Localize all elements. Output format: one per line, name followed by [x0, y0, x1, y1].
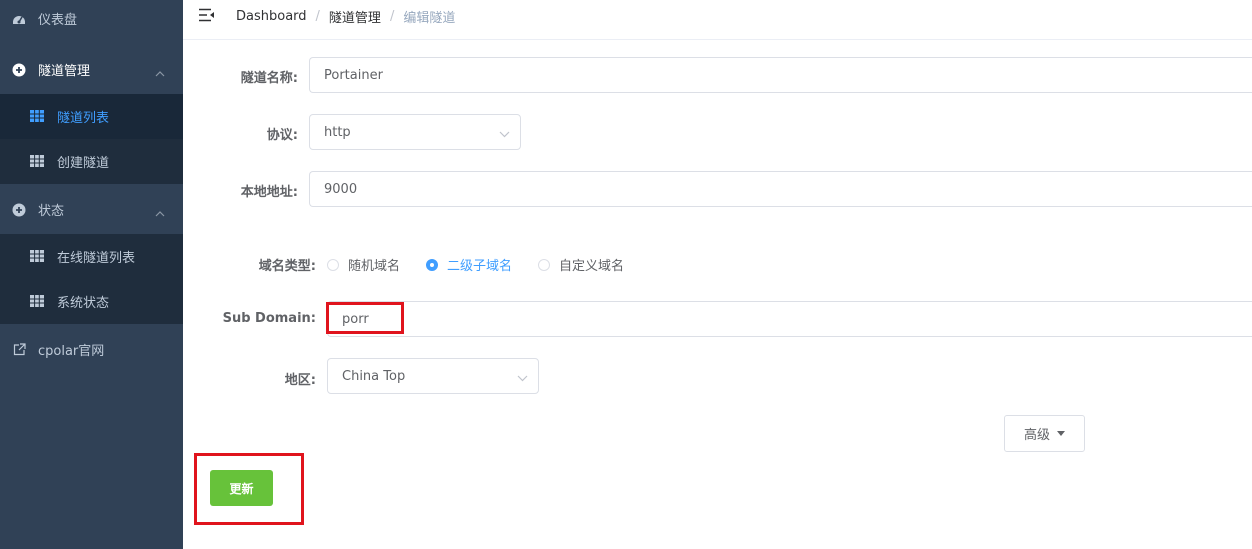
- sidebar-item-online-tunnels[interactable]: 在线隧道列表: [0, 234, 183, 279]
- grid-icon: [30, 109, 44, 124]
- chevron-up-icon: [155, 206, 165, 221]
- region-label: 地区:: [284, 373, 316, 388]
- local-address-input[interactable]: 9000: [309, 171, 1252, 207]
- chevron-down-icon: [517, 371, 528, 386]
- sidebar-item-dashboard[interactable]: 仪表盘: [0, 0, 183, 41]
- sub-domain-label: Sub Domain:: [222, 311, 316, 326]
- local-address-value: 9000: [324, 181, 358, 197]
- header-divider: [183, 39, 1252, 40]
- region-value: China Top: [342, 368, 406, 384]
- sub-domain-input[interactable]: porr: [327, 301, 1252, 337]
- protocol-value: http: [324, 124, 351, 140]
- plus-circle-icon: [12, 63, 26, 77]
- region-select[interactable]: China Top: [327, 358, 539, 394]
- radio-circle: [538, 258, 550, 271]
- chevron-down-icon: [499, 127, 510, 142]
- protocol-select[interactable]: http: [309, 114, 521, 150]
- radio-label: 自定义域名: [559, 259, 625, 274]
- local-address-label: 本地地址:: [240, 185, 298, 200]
- breadcrumb-separator: /: [389, 9, 395, 24]
- sidebar-item-cpolar-site[interactable]: cpolar官网: [0, 327, 183, 372]
- grid-icon: [30, 249, 44, 264]
- update-button[interactable]: 更新: [210, 470, 273, 506]
- grid-icon: [30, 294, 44, 309]
- external-link-icon: [12, 343, 26, 357]
- tunnel-name-label: 隧道名称:: [240, 71, 298, 86]
- sidebar-item-label: 隧道列表: [57, 111, 110, 126]
- sidebar-item-label: 创建隧道: [57, 156, 110, 171]
- sub-domain-value: porr: [342, 311, 369, 327]
- dashboard-icon: [12, 12, 26, 26]
- hamburger-icon[interactable]: [199, 8, 215, 22]
- sidebar-item-system-status[interactable]: 系统状态: [0, 279, 183, 324]
- radio-label: 二级子域名: [447, 259, 513, 274]
- tunnel-name-value: Portainer: [324, 67, 383, 83]
- chevron-up-icon: [155, 66, 165, 81]
- radio-custom-domain[interactable]: 自定义域名: [538, 255, 624, 274]
- advanced-label: 高级: [1023, 428, 1050, 443]
- breadcrumb-tunnel-management[interactable]: 隧道管理: [329, 7, 381, 26]
- sidebar-item-tunnel-management[interactable]: 隧道管理: [0, 47, 183, 92]
- tunnel-name-input[interactable]: Portainer: [309, 57, 1252, 93]
- protocol-label: 协议:: [266, 128, 298, 143]
- radio-subdomain[interactable]: 二级子域名: [426, 255, 512, 274]
- radio-circle: [426, 258, 438, 271]
- sidebar-item-label: 状态: [38, 204, 65, 219]
- breadcrumb-dashboard[interactable]: Dashboard: [236, 9, 307, 24]
- breadcrumb-edit-tunnel: 编辑隧道: [403, 11, 456, 26]
- plus-circle-icon: [12, 203, 26, 217]
- sidebar-item-label: 在线隧道列表: [57, 251, 136, 266]
- sidebar-item-label: cpolar官网: [38, 344, 105, 359]
- breadcrumb: Dashboard / 隧道管理 / 编辑隧道: [236, 7, 455, 26]
- radio-circle: [327, 258, 339, 271]
- advanced-button[interactable]: 高级: [1004, 415, 1085, 452]
- sidebar-item-status[interactable]: 状态: [0, 187, 183, 232]
- caret-down-icon: [1057, 431, 1065, 436]
- sidebar-item-tunnel-list[interactable]: 隧道列表: [0, 94, 183, 139]
- grid-icon: [30, 154, 44, 169]
- sidebar-item-label: 系统状态: [57, 296, 110, 311]
- breadcrumb-separator: /: [315, 9, 320, 24]
- radio-random-domain[interactable]: 随机域名: [327, 255, 400, 274]
- sidebar-item-create-tunnel[interactable]: 创建隧道: [0, 139, 183, 184]
- sidebar-item-label: 仪表盘: [38, 13, 78, 28]
- radio-label: 随机域名: [348, 259, 401, 274]
- sidebar-item-label: 隧道管理: [38, 64, 91, 79]
- domain-type-label: 域名类型:: [258, 259, 316, 274]
- sidebar: 仪表盘 隧道管理 隧道列表 创建隧道 状态 在线隧道列表 系统状态 cpolar…: [0, 0, 183, 549]
- update-label: 更新: [229, 481, 254, 496]
